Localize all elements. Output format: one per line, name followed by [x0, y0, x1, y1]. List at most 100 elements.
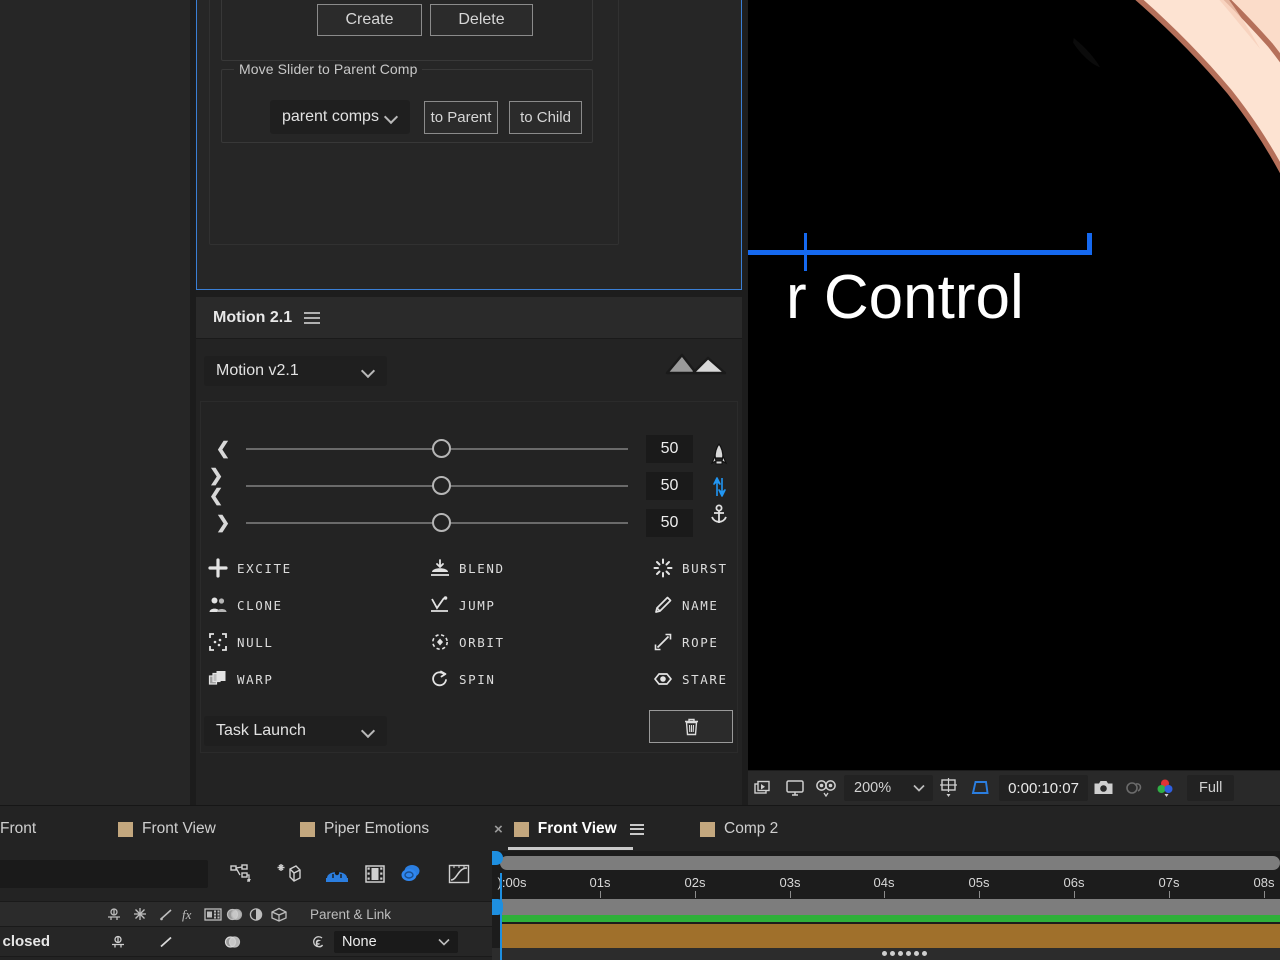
region-of-interest-icon[interactable]: [933, 771, 964, 806]
parent-comps-value: parent comps: [282, 108, 379, 126]
current-time-indicator[interactable]: [500, 873, 502, 960]
eye-icon: [651, 668, 675, 690]
tab-piper-emotions[interactable]: Piper Emotions: [296, 806, 433, 852]
timeline-graph-panel: ):00s 01s 02s 03s 04s 05s 06s 07s 08s: [492, 851, 1280, 960]
create-button[interactable]: Create: [317, 4, 422, 36]
keyframe-markers[interactable]: [882, 951, 927, 956]
adjustment-icon[interactable]: [248, 907, 264, 922]
motion-blur-icon[interactable]: [226, 907, 244, 922]
tool-name[interactable]: NAME: [651, 590, 719, 620]
table-row[interactable]: e closed None: [0, 927, 492, 957]
layer-name[interactable]: e closed: [0, 933, 50, 950]
audio-icon[interactable]: [110, 934, 126, 950]
tool-spin[interactable]: SPIN: [428, 664, 496, 694]
cinema4d-renderer-icon[interactable]: [362, 862, 388, 886]
viewer-status-bar: 200% 0:00:10:07: [748, 770, 1280, 805]
chevron-left-icon[interactable]: ❮: [209, 432, 237, 466]
tool-warp[interactable]: WARP: [206, 664, 274, 694]
resolution-select[interactable]: Full: [1187, 775, 1234, 801]
composition-viewport[interactable]: r Control: [748, 0, 1280, 770]
to-parent-button[interactable]: to Parent: [424, 101, 498, 134]
viewport-text-layer[interactable]: r Control: [786, 262, 1024, 333]
show-snapshot-icon[interactable]: [1119, 771, 1150, 806]
tool-rope[interactable]: ROPE: [651, 627, 719, 657]
jump-icon: [428, 594, 452, 616]
chevron-right-icon[interactable]: ❯: [209, 506, 237, 540]
rgb-channels-icon[interactable]: [1150, 771, 1181, 806]
current-timecode[interactable]: 0:00:10:07: [999, 775, 1088, 801]
delete-button[interactable]: Delete: [430, 4, 533, 36]
converge-arrows-icon[interactable]: ❯❮: [209, 469, 237, 503]
lock-icon[interactable]: [158, 934, 174, 950]
timeline-scrollbar-bottom[interactable]: [500, 899, 1280, 915]
slider-knob-1[interactable]: [432, 439, 451, 458]
render-status-bar: [500, 915, 1280, 922]
3d-glasses-icon[interactable]: [810, 771, 841, 806]
graph-editor-icon[interactable]: [446, 862, 472, 886]
close-icon[interactable]: ×: [494, 821, 503, 838]
slider-value-1[interactable]: 50: [646, 435, 693, 463]
move-slider-legend: Move Slider to Parent Comp: [234, 61, 422, 77]
ruler-label-3: 03s: [780, 875, 801, 890]
slider-value-3[interactable]: 50: [646, 509, 693, 537]
hamburger-icon[interactable]: [304, 309, 320, 327]
tool-jump[interactable]: JUMP: [428, 590, 496, 620]
vertical-arrows-icon[interactable]: [706, 472, 732, 502]
slider-knob-3[interactable]: [432, 513, 451, 532]
tab-front-view-active-label: Front View: [538, 820, 617, 838]
task-launch-select[interactable]: Task Launch: [204, 716, 387, 746]
take-snapshot-stack-icon[interactable]: [748, 771, 779, 806]
parent-comps-select[interactable]: parent comps: [270, 100, 410, 134]
timeline-scrollbar-top[interactable]: [500, 856, 1280, 870]
fx-icon[interactable]: fx: [182, 907, 202, 922]
rocket-icon[interactable]: [706, 439, 732, 469]
tool-stare[interactable]: STARE: [651, 664, 728, 694]
tool-clone[interactable]: CLONE: [206, 590, 283, 620]
tab-front[interactable]: Front: [0, 806, 40, 852]
search-input[interactable]: [0, 860, 208, 888]
slider-row-3: ❯ 50: [196, 506, 742, 540]
timeline-layer-panel: fx Parent & Link e closed: [0, 851, 492, 960]
collapse-transform-icon[interactable]: [398, 862, 424, 886]
anchor-icon[interactable]: [706, 500, 732, 530]
motion-blur-icon[interactable]: [224, 934, 242, 950]
trash-icon: [683, 717, 700, 737]
pickwhip-icon[interactable]: [310, 935, 326, 950]
lock-icon[interactable]: [158, 907, 174, 922]
monitor-icon[interactable]: [779, 771, 810, 806]
tool-orbit[interactable]: ORBIT: [428, 627, 505, 657]
zoom-level-select[interactable]: 200%: [844, 775, 933, 801]
delete-preset-button[interactable]: [649, 710, 733, 743]
frame-blend-icon[interactable]: [204, 907, 222, 922]
tab-front-view-active[interactable]: × Front View: [490, 806, 648, 852]
audio-icon[interactable]: [106, 907, 122, 922]
layer-selection-box[interactable]: [748, 233, 1092, 255]
transparency-grid-icon[interactable]: [964, 771, 995, 806]
slider-knob-2[interactable]: [432, 476, 451, 495]
tool-rope-label: ROPE: [682, 635, 719, 650]
tool-excite[interactable]: EXCITE: [206, 553, 292, 583]
tool-blend[interactable]: BLEND: [428, 553, 505, 583]
frame-blending-icon[interactable]: [276, 862, 302, 886]
zoom-level-value: 200%: [854, 780, 891, 796]
layer-duration-bar[interactable]: [500, 924, 1280, 948]
timeline-ruler[interactable]: ):00s 01s 02s 03s 04s 05s 06s 07s 08s: [492, 873, 1280, 897]
tool-null[interactable]: NULL: [206, 627, 274, 657]
to-child-button[interactable]: to Child: [509, 101, 582, 134]
motion-version-select[interactable]: Motion v2.1: [204, 356, 387, 386]
tab-comp-2[interactable]: Comp 2: [696, 806, 782, 852]
tab-front-view-1[interactable]: Front View: [114, 806, 220, 852]
slider-value-2[interactable]: 50: [646, 472, 693, 500]
motion-blur-icon[interactable]: [324, 862, 350, 886]
mountain-logo-icon[interactable]: [663, 349, 729, 377]
tab-front-label: Front: [0, 820, 36, 838]
parent-link-select[interactable]: None: [334, 931, 458, 953]
3d-layer-icon[interactable]: [270, 907, 288, 922]
snapshot-camera-icon[interactable]: [1088, 771, 1119, 806]
tool-burst[interactable]: BURST: [651, 553, 728, 583]
burst-icon: [651, 557, 675, 579]
hamburger-icon[interactable]: [630, 821, 644, 837]
tool-stare-label: STARE: [682, 672, 728, 687]
shy-layers-icon[interactable]: [228, 862, 254, 886]
solo-icon[interactable]: [132, 907, 148, 922]
